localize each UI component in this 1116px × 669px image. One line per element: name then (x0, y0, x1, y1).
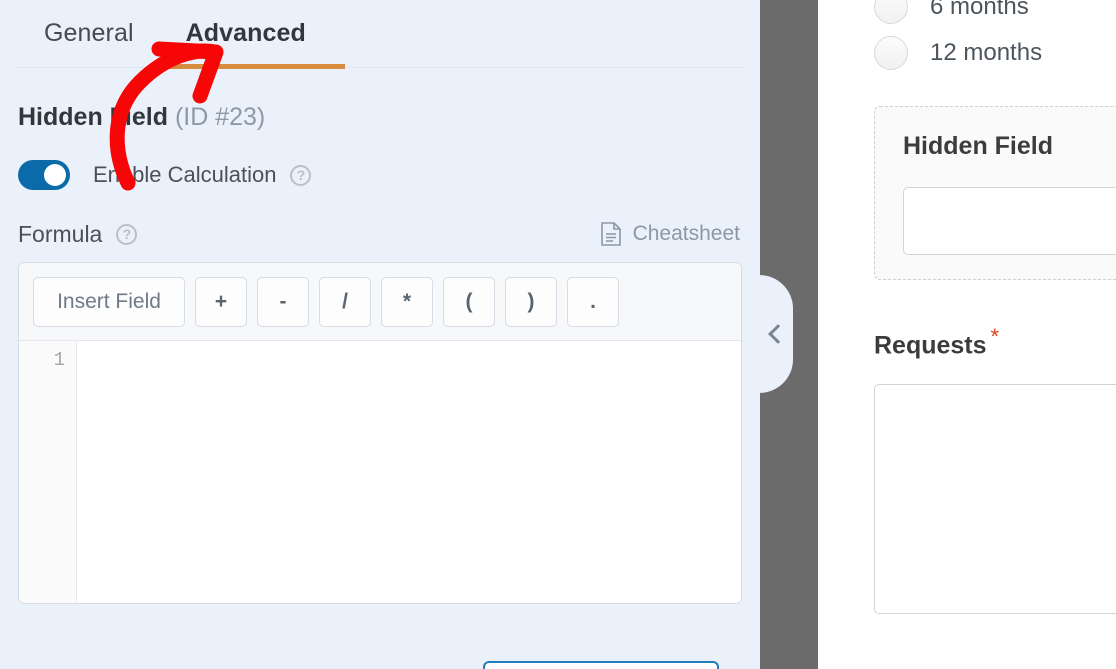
field-title-name: Hidden Field (18, 103, 168, 131)
form-preview-panel: 6 months 12 months Hidden Field Requests… (818, 0, 1116, 669)
radio-option-12-months[interactable]: 12 months (874, 30, 1116, 76)
document-icon (600, 222, 621, 246)
preview-hidden-field-input[interactable] (903, 187, 1116, 255)
operator-button-minus[interactable]: - (257, 276, 309, 327)
radio-dot-icon[interactable] (874, 0, 908, 24)
help-icon-formula[interactable]: ? (116, 223, 138, 245)
radio-option-6-months[interactable]: 6 months (874, 0, 1116, 30)
settings-tabs: General Advanced (18, 0, 742, 69)
operator-button-plus[interactable]: + (195, 276, 247, 327)
tab-general[interactable]: General (18, 12, 160, 50)
operator-button-divide[interactable]: / (319, 276, 371, 327)
enable-calculation-label: Enable Calculation (93, 162, 277, 187)
toggle-knob (44, 164, 66, 186)
preview-hidden-field-label: Hidden Field (903, 132, 1053, 160)
formula-code-input[interactable] (77, 341, 741, 603)
field-settings-panel: General Advanced Hidden Field (ID #23) E… (0, 0, 760, 669)
field-title: Hidden Field (ID #23) (18, 102, 742, 132)
settings-screen: General Advanced Hidden Field (ID #23) E… (0, 0, 1116, 669)
insert-field-button[interactable]: Insert Field (33, 276, 185, 327)
operator-button-multiply[interactable]: * (381, 276, 433, 327)
radio-label: 12 months (930, 39, 1043, 66)
tab-advanced[interactable]: Advanced (160, 12, 332, 50)
enable-calculation-row: Enable Calculation ? (18, 158, 742, 192)
preview-requests-label-text: Requests (874, 331, 987, 360)
operator-button-close-paren[interactable]: ) (505, 276, 557, 327)
enable-calculation-toggle[interactable] (18, 160, 70, 190)
formula-toolbar: Insert Field + - / * ( ) . (19, 263, 741, 341)
preview-requests-block[interactable]: Requests * (874, 322, 1116, 615)
preview-requests-label: Requests * (874, 322, 1116, 360)
help-icon-enable-calculation[interactable]: ? (290, 164, 312, 186)
preview-hidden-field-block[interactable]: Hidden Field (874, 106, 1116, 280)
panel-divider (759, 0, 818, 669)
operator-button-open-paren[interactable]: ( (443, 276, 495, 327)
radio-dot-icon[interactable] (874, 36, 908, 70)
line-number: 1 (53, 349, 65, 371)
chevron-left-icon (768, 324, 788, 344)
field-title-id: (ID #23) (174, 103, 266, 131)
formula-header-row: Formula ? Cheatsheet (18, 218, 742, 250)
collapse-panel-button[interactable] (759, 275, 793, 393)
cheatsheet-link[interactable]: Cheatsheet (600, 221, 742, 247)
formula-editor: Insert Field + - / * ( ) . 1 (18, 262, 742, 604)
save-button[interactable] (483, 661, 719, 669)
formula-label: Formula (18, 221, 103, 247)
required-marker: * (990, 324, 1000, 349)
preview-requests-textarea[interactable] (874, 384, 1116, 615)
editor-line-gutter: 1 (19, 341, 77, 603)
tab-active-indicator (168, 64, 345, 69)
formula-editor-body: 1 (19, 341, 741, 603)
radio-label: 6 months (930, 0, 1029, 20)
operator-button-dot[interactable]: . (567, 276, 619, 327)
cheatsheet-label: Cheatsheet (632, 222, 740, 245)
tabs-divider-line (18, 67, 742, 68)
